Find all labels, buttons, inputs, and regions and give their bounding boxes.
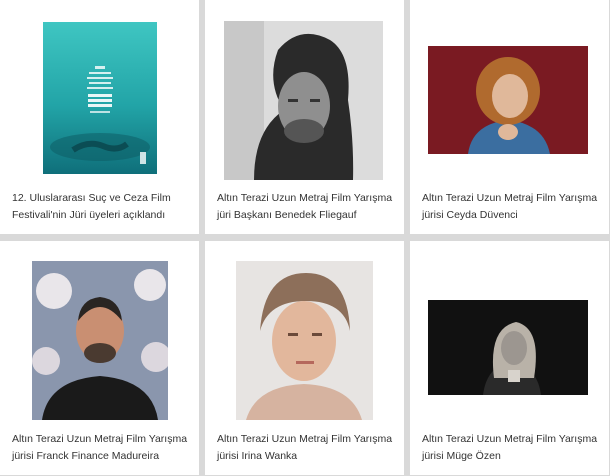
caption-line: Altın Terazi Uzun Metraj Film Yarışma [217, 192, 393, 204]
card-thumbnail[interactable] [205, 241, 404, 421]
news-card-ceyda-duvenci[interactable]: Altın Terazi Uzun Metraj Film Yarışma jü… [410, 0, 609, 234]
news-card-benedek-fliegauf[interactable]: Altın Terazi Uzun Metraj Film Yarışma jü… [205, 0, 404, 234]
card-thumbnail[interactable] [410, 241, 609, 421]
card-caption[interactable]: Altın Terazi Uzun Metraj Film Yarışma jü… [217, 190, 404, 224]
news-grid: 12. Uluslararası Suç ve Ceza Film Festiv… [0, 0, 610, 476]
card-caption[interactable]: Altın Terazi Uzun Metraj Film Yarışma jü… [422, 190, 609, 224]
caption-line: Altın Terazi Uzun Metraj Film Yarışma [422, 433, 598, 445]
caption-line: Festivali'nin Jüri üyeleri açıklandı [12, 209, 166, 221]
news-card-muge-ozen[interactable]: Altın Terazi Uzun Metraj Film Yarışma jü… [410, 241, 609, 475]
caption-line: 12. Uluslararası Suç ve Ceza Film [12, 192, 171, 204]
news-card-irina-wanka[interactable]: Altın Terazi Uzun Metraj Film Yarışma jü… [205, 241, 404, 475]
portrait-photo [236, 261, 373, 420]
caption-line: jüri Başkanı Benedek Fliegauf [217, 209, 357, 221]
card-thumbnail[interactable] [0, 241, 199, 421]
caption-line: Altın Terazi Uzun Metraj Film Yarışma [12, 433, 188, 445]
card-caption[interactable]: Altın Terazi Uzun Metraj Film Yarışma jü… [12, 431, 199, 465]
caption-line: jürisi Ceyda Düvenci [422, 209, 518, 221]
card-thumbnail[interactable] [205, 0, 404, 180]
caption-line: Altın Terazi Uzun Metraj Film Yarışma [217, 433, 393, 445]
portrait-photo [428, 288, 588, 395]
card-thumbnail[interactable] [410, 0, 609, 180]
caption-line: jürisi Müge Özen [422, 450, 501, 462]
card-caption[interactable]: 12. Uluslararası Suç ve Ceza Film Festiv… [12, 190, 199, 224]
news-card-festival-jury[interactable]: 12. Uluslararası Suç ve Ceza Film Festiv… [0, 0, 199, 234]
caption-line: jürisi Franck Finance Madureira [12, 450, 160, 462]
portrait-photo [32, 261, 168, 420]
caption-line: jürisi Irina Wanka [217, 450, 298, 462]
caption-line: Altın Terazi Uzun Metraj Film Yarışma [422, 192, 598, 204]
festival-poster-image [43, 22, 157, 174]
card-caption[interactable]: Altın Terazi Uzun Metraj Film Yarışma jü… [217, 431, 404, 465]
card-caption[interactable]: Altın Terazi Uzun Metraj Film Yarışma jü… [422, 431, 609, 465]
news-card-franck-finance-madureira[interactable]: Altın Terazi Uzun Metraj Film Yarışma jü… [0, 241, 199, 475]
card-thumbnail[interactable] [0, 0, 199, 180]
portrait-photo [428, 46, 588, 154]
portrait-photo [224, 21, 383, 180]
